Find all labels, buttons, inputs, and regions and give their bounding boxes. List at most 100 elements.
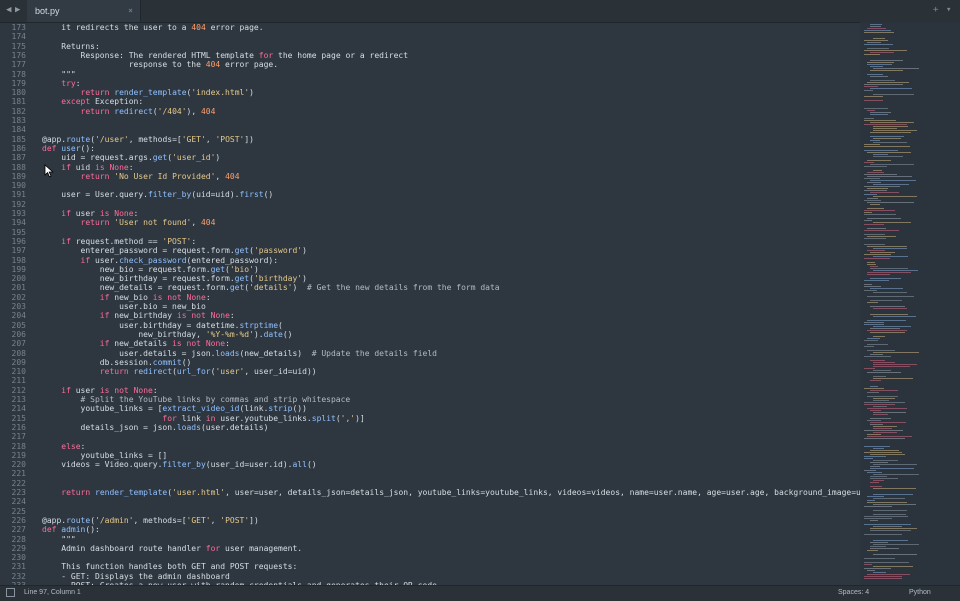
code-text: if user is None:: [61, 209, 139, 218]
tab-menu-chevron-down-icon[interactable]: ▾: [946, 5, 951, 15]
indentation-setting[interactable]: Spaces: 4: [838, 589, 869, 596]
minimap-line: [867, 236, 896, 237]
minimap-line: [870, 542, 888, 543]
minimap-line: [870, 462, 888, 463]
minimap-line: [870, 300, 902, 301]
minimap-line: [873, 248, 907, 249]
line-number: 173: [11, 23, 26, 32]
minimap-line: [864, 146, 910, 147]
minimap-line: [870, 450, 899, 451]
line-number: 203: [11, 302, 26, 311]
minimap-line: [864, 186, 900, 187]
code-text: new_birthday, '%Y-%m-%d').date(): [42, 329, 293, 339]
minimap-line: [864, 518, 892, 519]
tab-bot-py[interactable]: bot.py ×: [27, 0, 141, 22]
minimap-line: [864, 220, 872, 221]
code-text: Returns:: [42, 41, 100, 51]
minimap-line: [864, 290, 877, 291]
code-text: return render_template('index.html'): [80, 88, 254, 98]
minimap-line: [873, 170, 882, 171]
minimap-line: [864, 402, 905, 403]
minimap-line: [864, 516, 908, 517]
minimap-line: [873, 196, 917, 197]
minimap-line: [873, 460, 898, 461]
minimap-line: [873, 572, 886, 573]
minimap-line: [864, 100, 883, 101]
minimap-line: [867, 296, 914, 297]
minimap-line: [867, 182, 881, 183]
minimap-line: [870, 180, 916, 181]
code-text: try:: [61, 78, 81, 88]
line-number: 222: [11, 478, 26, 488]
code-text: # Split the YouTube links by commas and …: [80, 395, 351, 404]
minimap-line: [864, 458, 873, 459]
code-text: entered_password = request.form.get('pas…: [42, 246, 307, 256]
line-number: 229: [11, 543, 26, 553]
line-number: 184: [11, 125, 26, 135]
back-arrow-icon[interactable]: ◀: [6, 5, 11, 15]
minimap-line: [867, 272, 911, 273]
minimap-line: [870, 482, 879, 483]
minimap-line: [873, 448, 884, 449]
minimap-line: [864, 286, 881, 287]
minimap-line: [867, 110, 875, 111]
code-text: videos = Video.query.filter_by(user_id=u…: [42, 460, 317, 470]
line-number: 186: [11, 143, 26, 153]
line-number: 228: [11, 534, 26, 544]
minimap-line: [864, 44, 893, 45]
line-number: 188: [11, 162, 26, 172]
minimap-line: [870, 164, 914, 165]
minimap-line: [873, 432, 897, 433]
code-text: new_bio = request.form.get('bio'): [42, 264, 259, 274]
line-number: 212: [11, 385, 26, 395]
minimap-line: [870, 454, 905, 455]
forward-arrow-icon[interactable]: ▶: [15, 5, 20, 15]
minimap-line: [873, 464, 917, 465]
code-text: user.details = json.loads(new_details) #…: [42, 348, 437, 358]
minimap-line: [864, 144, 880, 145]
minimap-line: [867, 420, 881, 421]
minimap-line: [873, 222, 911, 223]
minimap-line: [864, 124, 907, 125]
minimap-line: [873, 504, 916, 505]
minimap-line: [864, 322, 884, 323]
code-text: Response: The rendered HTML template for…: [42, 50, 409, 60]
panel-toggle-icon[interactable]: [6, 588, 15, 597]
minimap-line: [864, 430, 903, 431]
minimap-line: [870, 140, 880, 141]
code-text: for link in user.youtube_links.split(','…: [162, 413, 365, 423]
line-number: 175: [11, 41, 26, 51]
minimap-line: [870, 314, 908, 315]
minimap-line: [870, 26, 881, 27]
tab-label: bot.py: [35, 6, 60, 16]
minimap-line: [864, 212, 872, 213]
minimap-line: [867, 160, 891, 161]
minimap[interactable]: [860, 22, 960, 585]
minimap-line: [873, 38, 885, 39]
minimap-line: [870, 132, 911, 133]
minimap-line: [870, 24, 882, 25]
minimap-line: [864, 178, 880, 179]
code-text: new_details = request.form.get('details'…: [42, 283, 500, 293]
code-text: if uid is None:: [61, 162, 134, 172]
code-editor[interactable]: 173 it redirects the user to a 404 error…: [0, 22, 860, 585]
minimap-line: [870, 520, 878, 521]
status-bar: Line 97, Column 1 Spaces: 4 Python: [0, 585, 960, 601]
minimap-line: [867, 330, 907, 331]
minimap-line: [870, 60, 903, 61]
new-tab-icon[interactable]: +: [933, 5, 938, 15]
code-text: return 'No User Id Provided', 404: [80, 171, 240, 181]
cursor-position[interactable]: Line 97, Column 1: [24, 589, 81, 596]
minimap-line: [870, 332, 905, 333]
minimap-line: [864, 388, 884, 389]
line-number: 183: [11, 116, 26, 125]
minimap-line: [873, 488, 916, 489]
minimap-line: [870, 136, 904, 137]
syntax-mode[interactable]: Python: [909, 589, 931, 596]
minimap-line: [870, 548, 899, 549]
close-icon[interactable]: ×: [128, 6, 133, 15]
code-text: This function handles both GET and POST …: [42, 562, 298, 572]
minimap-line: [864, 84, 903, 85]
minimap-line: [867, 198, 878, 199]
minimap-line: [864, 120, 896, 121]
